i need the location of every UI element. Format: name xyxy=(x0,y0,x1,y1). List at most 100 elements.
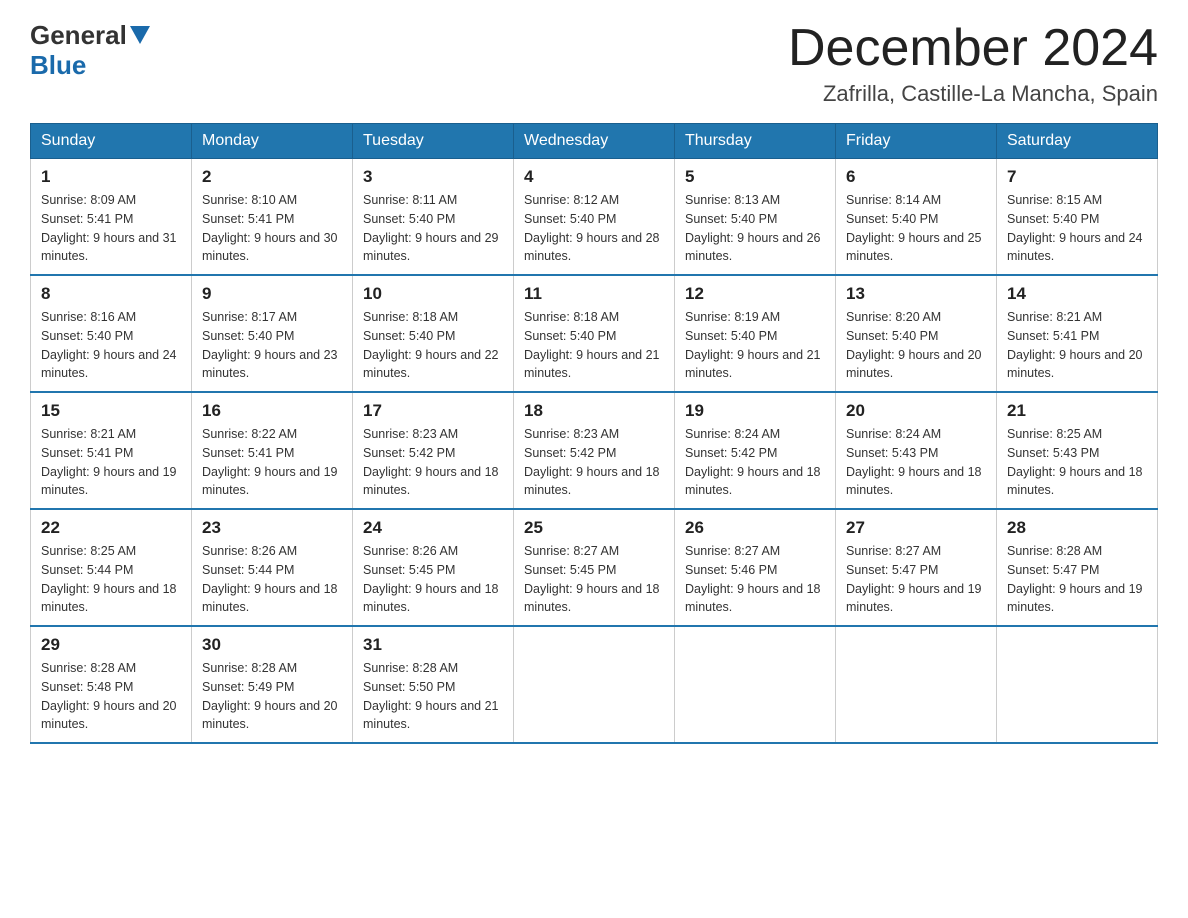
calendar-day-cell: 23Sunrise: 8:26 AMSunset: 5:44 PMDayligh… xyxy=(192,509,353,626)
day-info: Sunrise: 8:11 AMSunset: 5:40 PMDaylight:… xyxy=(363,191,503,266)
day-info: Sunrise: 8:21 AMSunset: 5:41 PMDaylight:… xyxy=(1007,308,1147,383)
calendar-day-cell: 15 Sunrise: 8:21 AMSunset: 5:41 PMDayligh… xyxy=(31,392,192,509)
header-tuesday: Tuesday xyxy=(353,124,514,159)
calendar-week-row: 1 Sunrise: 8:09 AMSunset: 5:41 PMDaylight… xyxy=(31,159,1158,276)
header-thursday: Thursday xyxy=(675,124,836,159)
calendar-day-cell: 11 Sunrise: 8:18 AMSunset: 5:40 PMDayligh… xyxy=(514,275,675,392)
day-info: Sunrise: 8:27 AMSunset: 5:47 PMDaylight:… xyxy=(846,542,986,617)
day-info: Sunrise: 8:14 AMSunset: 5:40 PMDaylight:… xyxy=(846,191,986,266)
calendar-day-cell: 7 Sunrise: 8:15 AMSunset: 5:40 PMDaylight… xyxy=(997,159,1158,276)
calendar-day-cell xyxy=(675,626,836,743)
calendar-day-cell: 9 Sunrise: 8:17 AMSunset: 5:40 PMDaylight… xyxy=(192,275,353,392)
day-info: Sunrise: 8:23 AMSunset: 5:42 PMDaylight:… xyxy=(363,425,503,500)
day-info: Sunrise: 8:13 AMSunset: 5:40 PMDaylight:… xyxy=(685,191,825,266)
day-info: Sunrise: 8:24 AMSunset: 5:42 PMDaylight:… xyxy=(685,425,825,500)
day-number: 31 xyxy=(363,635,503,655)
day-info: Sunrise: 8:19 AMSunset: 5:40 PMDaylight:… xyxy=(685,308,825,383)
day-info: Sunrise: 8:17 AMSunset: 5:40 PMDaylight:… xyxy=(202,308,342,383)
calendar-week-row: 15 Sunrise: 8:21 AMSunset: 5:41 PMDayligh… xyxy=(31,392,1158,509)
day-info: Sunrise: 8:18 AMSunset: 5:40 PMDaylight:… xyxy=(363,308,503,383)
header-sunday: Sunday xyxy=(31,124,192,159)
calendar-day-cell xyxy=(997,626,1158,743)
calendar-day-cell: 14 Sunrise: 8:21 AMSunset: 5:41 PMDayligh… xyxy=(997,275,1158,392)
day-number: 14 xyxy=(1007,284,1147,304)
header-saturday: Saturday xyxy=(997,124,1158,159)
day-info: Sunrise: 8:27 AMSunset: 5:45 PMDaylight:… xyxy=(524,542,664,617)
calendar-day-cell: 19Sunrise: 8:24 AMSunset: 5:42 PMDayligh… xyxy=(675,392,836,509)
day-info: Sunrise: 8:20 AMSunset: 5:40 PMDaylight:… xyxy=(846,308,986,383)
calendar-day-cell: 22 Sunrise: 8:25 AMSunset: 5:44 PMDayligh… xyxy=(31,509,192,626)
day-number: 30 xyxy=(202,635,342,655)
calendar-day-cell: 25 Sunrise: 8:27 AMSunset: 5:45 PMDayligh… xyxy=(514,509,675,626)
calendar-day-cell: 26 Sunrise: 8:27 AMSunset: 5:46 PMDayligh… xyxy=(675,509,836,626)
page-header: General Blue December 2024 Zafrilla, Cas… xyxy=(30,20,1158,107)
day-number: 9 xyxy=(202,284,342,304)
calendar-day-cell: 1 Sunrise: 8:09 AMSunset: 5:41 PMDaylight… xyxy=(31,159,192,276)
day-info: Sunrise: 8:21 AMSunset: 5:41 PMDaylight:… xyxy=(41,425,181,500)
logo: General Blue xyxy=(30,20,150,79)
day-number: 29 xyxy=(41,635,181,655)
day-info: Sunrise: 8:28 AMSunset: 5:48 PMDaylight:… xyxy=(41,659,181,734)
calendar-day-cell xyxy=(514,626,675,743)
day-number: 25 xyxy=(524,518,664,538)
day-info: Sunrise: 8:22 AMSunset: 5:41 PMDaylight:… xyxy=(202,425,342,500)
day-number: 26 xyxy=(685,518,825,538)
day-info: Sunrise: 8:09 AMSunset: 5:41 PMDaylight:… xyxy=(41,191,181,266)
calendar-day-cell: 6 Sunrise: 8:14 AMSunset: 5:40 PMDaylight… xyxy=(836,159,997,276)
calendar-day-cell: 27 Sunrise: 8:27 AMSunset: 5:47 PMDayligh… xyxy=(836,509,997,626)
day-number: 20 xyxy=(846,401,986,421)
day-number: 22 xyxy=(41,518,181,538)
day-info: Sunrise: 8:27 AMSunset: 5:46 PMDaylight:… xyxy=(685,542,825,617)
calendar-day-cell: 20 Sunrise: 8:24 AMSunset: 5:43 PMDayligh… xyxy=(836,392,997,509)
day-info: Sunrise: 8:28 AMSunset: 5:50 PMDaylight:… xyxy=(363,659,503,734)
day-number: 18 xyxy=(524,401,664,421)
calendar-day-cell: 18 Sunrise: 8:23 AMSunset: 5:42 PMDayligh… xyxy=(514,392,675,509)
day-info: Sunrise: 8:18 AMSunset: 5:40 PMDaylight:… xyxy=(524,308,664,383)
day-number: 15 xyxy=(41,401,181,421)
day-number: 8 xyxy=(41,284,181,304)
day-number: 2 xyxy=(202,167,342,187)
logo-text-blue: Blue xyxy=(30,51,150,80)
day-info: Sunrise: 8:24 AMSunset: 5:43 PMDaylight:… xyxy=(846,425,986,500)
calendar-day-cell: 31 Sunrise: 8:28 AMSunset: 5:50 PMDayligh… xyxy=(353,626,514,743)
day-number: 12 xyxy=(685,284,825,304)
logo-text-general: General xyxy=(30,21,127,50)
calendar-day-cell: 16 Sunrise: 8:22 AMSunset: 5:41 PMDayligh… xyxy=(192,392,353,509)
calendar-day-cell: 3Sunrise: 8:11 AMSunset: 5:40 PMDaylight… xyxy=(353,159,514,276)
day-number: 21 xyxy=(1007,401,1147,421)
calendar-day-cell: 5 Sunrise: 8:13 AMSunset: 5:40 PMDaylight… xyxy=(675,159,836,276)
day-number: 7 xyxy=(1007,167,1147,187)
calendar-day-cell: 29 Sunrise: 8:28 AMSunset: 5:48 PMDayligh… xyxy=(31,626,192,743)
calendar-day-cell: 21 Sunrise: 8:25 AMSunset: 5:43 PMDayligh… xyxy=(997,392,1158,509)
day-info: Sunrise: 8:28 AMSunset: 5:47 PMDaylight:… xyxy=(1007,542,1147,617)
location-title: Zafrilla, Castille-La Mancha, Spain xyxy=(788,81,1158,107)
day-number: 17 xyxy=(363,401,503,421)
day-info: Sunrise: 8:25 AMSunset: 5:43 PMDaylight:… xyxy=(1007,425,1147,500)
month-title: December 2024 xyxy=(788,20,1158,77)
day-number: 13 xyxy=(846,284,986,304)
day-number: 11 xyxy=(524,284,664,304)
calendar-day-cell: 4 Sunrise: 8:12 AMSunset: 5:40 PMDaylight… xyxy=(514,159,675,276)
day-number: 28 xyxy=(1007,518,1147,538)
day-number: 16 xyxy=(202,401,342,421)
calendar-week-row: 29 Sunrise: 8:28 AMSunset: 5:48 PMDayligh… xyxy=(31,626,1158,743)
day-number: 4 xyxy=(524,167,664,187)
header-right: December 2024 Zafrilla, Castille-La Manc… xyxy=(788,20,1158,107)
header-monday: Monday xyxy=(192,124,353,159)
day-number: 1 xyxy=(41,167,181,187)
day-number: 10 xyxy=(363,284,503,304)
day-info: Sunrise: 8:15 AMSunset: 5:40 PMDaylight:… xyxy=(1007,191,1147,266)
logo-triangle-icon xyxy=(130,26,150,46)
day-number: 27 xyxy=(846,518,986,538)
day-info: Sunrise: 8:23 AMSunset: 5:42 PMDaylight:… xyxy=(524,425,664,500)
day-number: 6 xyxy=(846,167,986,187)
day-number: 5 xyxy=(685,167,825,187)
calendar-header-row: SundayMondayTuesdayWednesdayThursdayFrid… xyxy=(31,124,1158,159)
calendar-day-cell: 10 Sunrise: 8:18 AMSunset: 5:40 PMDayligh… xyxy=(353,275,514,392)
calendar-day-cell: 17 Sunrise: 8:23 AMSunset: 5:42 PMDayligh… xyxy=(353,392,514,509)
calendar-table: SundayMondayTuesdayWednesdayThursdayFrid… xyxy=(30,123,1158,744)
day-info: Sunrise: 8:25 AMSunset: 5:44 PMDaylight:… xyxy=(41,542,181,617)
day-info: Sunrise: 8:28 AMSunset: 5:49 PMDaylight:… xyxy=(202,659,342,734)
day-info: Sunrise: 8:12 AMSunset: 5:40 PMDaylight:… xyxy=(524,191,664,266)
header-friday: Friday xyxy=(836,124,997,159)
